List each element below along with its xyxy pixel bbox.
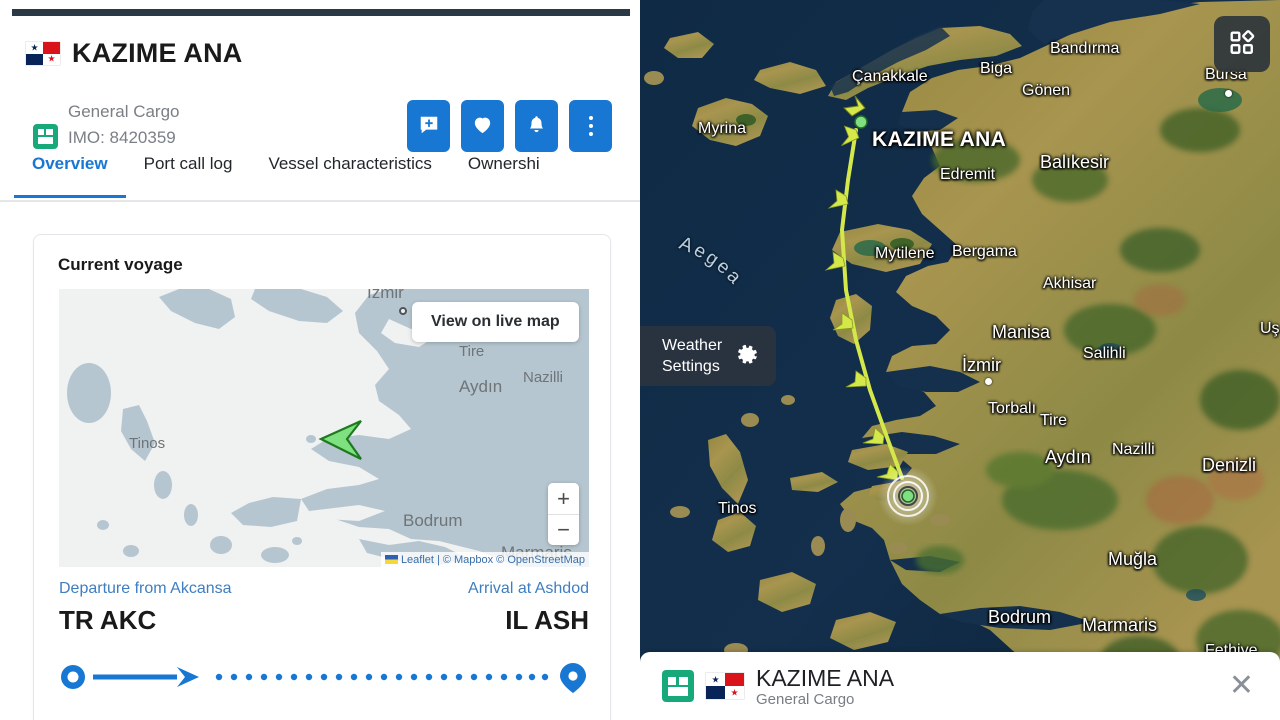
card-title: Current voyage xyxy=(58,255,183,274)
dots-vertical-icon xyxy=(588,116,593,136)
tab-overview[interactable]: Overview xyxy=(14,150,126,198)
panama-flag-icon: ★ ★ xyxy=(26,42,60,65)
departure-label[interactable]: Departure from Akcansa xyxy=(59,580,232,598)
arrival-port-code: IL ASH xyxy=(505,605,589,635)
gear-icon xyxy=(736,343,760,370)
map-city-label: Akhisar xyxy=(1043,275,1097,292)
map-city-label: Nazilli xyxy=(1112,441,1155,458)
map-vessel-name-label: KAZIME ANA xyxy=(872,128,1007,151)
comment-plus-icon xyxy=(418,114,440,139)
voyage-mini-map[interactable]: İzmir Tire Aydın Nazilli Tinos Bodrum Ma… xyxy=(59,289,589,567)
alerts-button[interactable] xyxy=(515,100,558,152)
vessel-imo-label: IMO: 8420359 xyxy=(68,128,176,147)
destination-pin-icon xyxy=(560,663,586,693)
map-attribution: Leaflet | © Mapbox © OpenStreetMap xyxy=(380,552,589,567)
vessel-info-panel: ★ ★ KAZIME ANA General Cargo IMO: 842035… xyxy=(0,0,640,720)
general-cargo-icon xyxy=(33,124,58,149)
arrival-label[interactable]: Arrival at Ashdod xyxy=(468,580,589,598)
map-widgets-button[interactable] xyxy=(1214,16,1270,72)
map-city-label: Balıkesir xyxy=(1040,152,1110,172)
map-city-label: Bodrum xyxy=(988,607,1052,627)
close-button[interactable]: ✕ xyxy=(1225,671,1258,701)
map-city-label: Aydın xyxy=(1045,447,1091,467)
widgets-grid-icon xyxy=(1229,29,1255,59)
weather-settings-button[interactable]: Weather Settings xyxy=(640,326,777,386)
mini-map-city-dot xyxy=(399,307,407,315)
map-city-label: Gönen xyxy=(1022,82,1071,99)
map-city-label: Manisa xyxy=(992,322,1051,342)
mini-map-label: Tinos xyxy=(129,435,166,452)
map-city-label: Mytilene xyxy=(875,245,935,262)
tab-port-call-log[interactable]: Port call log xyxy=(126,150,251,196)
mini-map-label: İzmir xyxy=(367,289,404,302)
weather-settings-line2: Settings xyxy=(662,358,720,375)
map-city-label: Edremit xyxy=(940,166,996,183)
zoom-out-button[interactable]: − xyxy=(548,514,579,545)
map-city-dot xyxy=(985,378,992,385)
bottom-bar-vessel-info[interactable]: KAZIME ANA General Cargo xyxy=(756,665,894,708)
zoom-in-button[interactable]: + xyxy=(548,483,579,514)
page-title: KAZIME ANA xyxy=(72,38,243,68)
map-city-label: Tinos xyxy=(718,500,757,517)
bottom-bar-vessel-type: General Cargo xyxy=(756,690,855,708)
map-zoom-controls: + − xyxy=(548,483,579,545)
tab-ownership[interactable]: Ownershi xyxy=(450,150,558,196)
map-vessel-bottom-bar: ★ ★ KAZIME ANA General Cargo ✕ xyxy=(640,652,1280,720)
map-city-label: İzmir xyxy=(962,355,1001,375)
add-note-button[interactable] xyxy=(407,100,450,152)
tab-vessel-characteristics[interactable]: Vessel characteristics xyxy=(250,150,449,196)
map-city-label: Biga xyxy=(980,60,1013,77)
svg-text:Aegea: Aegea xyxy=(676,236,747,290)
attribution-separator: | xyxy=(436,553,440,566)
live-map-panel[interactable]: Aegea Bandırma Biga Gönen Çanakkale Bursa Myr… xyxy=(640,0,1280,720)
attribution-providers[interactable]: © Mapbox © OpenStreetMap xyxy=(443,554,585,566)
bottom-bar-vessel-name: KAZIME ANA xyxy=(756,664,895,691)
general-cargo-icon xyxy=(662,670,694,702)
bell-icon xyxy=(526,114,547,138)
mini-map-label: Tire xyxy=(459,343,485,360)
panama-flag-icon: ★ ★ xyxy=(706,673,744,699)
view-on-live-map-button[interactable]: View on live map xyxy=(412,302,579,342)
mini-map-label: Nazilli xyxy=(523,369,564,386)
tab-bar: Overview Port call log Vessel characteri… xyxy=(0,150,640,202)
vessel-detail-screen: ★ ★ KAZIME ANA General Cargo IMO: 842035… xyxy=(0,0,1280,720)
weather-settings-line1: Weather xyxy=(662,337,723,354)
vessel-type-label: General Cargo xyxy=(68,102,180,121)
map-city-label: Bergama xyxy=(952,243,1017,260)
weather-settings-label: Weather Settings xyxy=(662,335,722,377)
map-city-dot xyxy=(1225,90,1232,97)
favorite-button[interactable] xyxy=(461,100,504,152)
map-city-label: Torbalı xyxy=(988,400,1037,417)
map-city-label: Denizli xyxy=(1202,455,1257,475)
ukraine-flag-icon xyxy=(384,555,398,564)
mini-map-label: Aydın xyxy=(459,377,503,396)
map-city-label: Bandırma xyxy=(1050,40,1120,57)
map-city-label: Marmaris xyxy=(1082,615,1157,635)
map-city-label: Tire xyxy=(1040,412,1067,429)
vessel-title-row: ★ ★ KAZIME ANA xyxy=(26,38,243,69)
header-action-buttons xyxy=(407,100,612,152)
panel-top-accent-bar xyxy=(12,9,630,16)
mini-map-label: Bodrum xyxy=(403,511,463,530)
close-icon: ✕ xyxy=(1228,669,1254,702)
map-city-label: Salihli xyxy=(1083,345,1126,362)
heart-icon xyxy=(471,113,494,139)
more-options-button[interactable] xyxy=(569,100,612,152)
vessel-header: ★ ★ KAZIME ANA General Cargo IMO: 842035… xyxy=(0,26,640,152)
map-city-label: Myrina xyxy=(698,120,747,137)
map-city-label: Çanakkale xyxy=(852,68,928,85)
voyage-endpoints: Departure from Akcansa Arrival at Ashdod… xyxy=(59,580,589,646)
vessel-position-marker xyxy=(878,466,938,526)
map-city-label: Muğla xyxy=(1108,549,1158,569)
current-voyage-card: Current voyage İzmir Tire Aydın Nazilli … xyxy=(33,234,611,720)
departure-port-code: TR AKC xyxy=(59,605,157,635)
leaflet-link[interactable]: Leaflet xyxy=(401,554,434,566)
voyage-progress-bar xyxy=(59,659,589,695)
map-city-label: Uş xyxy=(1260,320,1280,337)
